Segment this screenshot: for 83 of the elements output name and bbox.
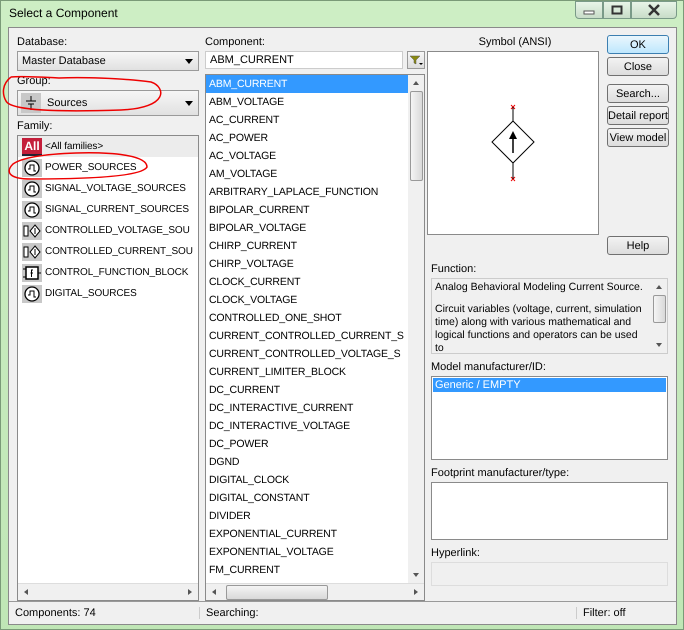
scroll-thumb[interactable]: [410, 91, 422, 181]
source-icon: [22, 158, 42, 176]
scrollbar[interactable]: [206, 583, 424, 600]
close-dialog-button[interactable]: Close: [607, 57, 669, 76]
help-button[interactable]: Help: [607, 236, 669, 255]
maximize-icon: [611, 5, 623, 15]
component-item[interactable]: DIGITAL_CONSTANT: [206, 489, 408, 507]
group-label: Group:: [17, 75, 52, 87]
component-item[interactable]: CHIRP_CURRENT: [206, 237, 408, 255]
family-item[interactable]: DIGITAL_SOURCES: [18, 283, 198, 304]
source-icon: [21, 93, 41, 113]
component-item[interactable]: AM_VOLTAGE: [206, 165, 408, 183]
component-item[interactable]: BIPOLAR_CURRENT: [206, 201, 408, 219]
component-item[interactable]: AC_POWER: [206, 129, 408, 147]
dropdown-arrow-icon: [185, 100, 193, 106]
hyperlink-label: Hyperlink:: [431, 547, 481, 559]
close-button[interactable]: [631, 1, 677, 19]
source-icon: [22, 180, 42, 198]
scrollbar[interactable]: [18, 583, 198, 600]
function-block-icon: [22, 264, 42, 282]
component-item[interactable]: ARBITRARY_LAPLACE_FUNCTION: [206, 183, 408, 201]
window-title: Select a Component: [9, 6, 118, 20]
filter-button[interactable]: [407, 51, 425, 69]
all-icon: All: [22, 138, 42, 156]
minimize-button[interactable]: [575, 1, 603, 19]
component-item[interactable]: DC_POWER: [206, 435, 408, 453]
family-item[interactable]: CONTROLLED_CURRENT_SOU: [18, 241, 198, 262]
component-item[interactable]: ABM_VOLTAGE: [206, 93, 408, 111]
dropdown-arrow-icon: [185, 58, 193, 64]
status-text: Searching:: [199, 607, 576, 619]
component-item[interactable]: EXPONENTIAL_VOLTAGE: [206, 543, 408, 561]
component-item[interactable]: AC_VOLTAGE: [206, 147, 408, 165]
symbol-label: Symbol (ANSI): [478, 36, 552, 48]
component-item[interactable]: DGND: [206, 453, 408, 471]
component-item[interactable]: CURRENT_CONTROLLED_VOLTAGE_S: [206, 345, 408, 363]
component-item[interactable]: DC_INTERACTIVE_VOLTAGE: [206, 417, 408, 435]
function-label: Function:: [431, 263, 478, 275]
component-item[interactable]: AC_CURRENT: [206, 111, 408, 129]
source-icon: [22, 284, 42, 302]
function-description: Analog Behavioral Modeling Current Source.: [435, 281, 644, 294]
ok-button[interactable]: OK: [607, 35, 669, 54]
component-item[interactable]: CHIRP_VOLTAGE: [206, 255, 408, 273]
footprint-label: Footprint manufacturer/type:: [431, 467, 570, 479]
footprint-list[interactable]: [431, 482, 668, 540]
component-item[interactable]: DC_INTERACTIVE_CURRENT: [206, 399, 408, 417]
family-item[interactable]: POWER_SOURCES: [18, 157, 198, 178]
family-item[interactable]: SIGNAL_CURRENT_SOURCES: [18, 199, 198, 220]
scroll-thumb[interactable]: [652, 295, 666, 323]
source-icon: [22, 200, 42, 218]
database-dropdown[interactable]: Master Database: [17, 51, 199, 71]
component-item[interactable]: CONTROLLED_ONE_SHOT: [206, 309, 408, 327]
family-item[interactable]: SIGNAL_VOLTAGE_SOURCES: [18, 178, 198, 199]
controlled-source-icon: [22, 242, 42, 260]
scroll-thumb[interactable]: [226, 584, 328, 600]
component-item[interactable]: CLOCK_VOLTAGE: [206, 291, 408, 309]
component-item[interactable]: CLOCK_CURRENT: [206, 273, 408, 291]
component-item[interactable]: DIGITAL_CLOCK: [206, 471, 408, 489]
maximize-button[interactable]: [603, 1, 631, 19]
status-text: Filter: off: [576, 607, 676, 619]
component-item[interactable]: CURRENT_CONTROLLED_CURRENT_S: [206, 327, 408, 345]
status-text: Components: 74: [14, 607, 97, 619]
model-label: Model manufacturer/ID:: [431, 361, 547, 373]
detail-report-button[interactable]: Detail report: [607, 106, 669, 125]
view-model-button[interactable]: View model: [607, 128, 669, 147]
group-dropdown[interactable]: Sources: [17, 90, 199, 116]
scrollbar[interactable]: [408, 75, 424, 583]
family-label: Family:: [17, 120, 54, 132]
component-item[interactable]: FM_CURRENT: [206, 561, 408, 579]
component-item[interactable]: CURRENT_LIMITER_BLOCK: [206, 363, 408, 381]
function-description: Circuit variables (voltage, current, simulation time) along with various mathematical and logical functions and operators can be used to: [435, 303, 643, 353]
search-button[interactable]: Search...: [607, 84, 669, 103]
component-item[interactable]: BIPOLAR_VOLTAGE: [206, 219, 408, 237]
component-field[interactable]: ABM_CURRENT: [205, 51, 403, 69]
component-item[interactable]: DC_CURRENT: [206, 381, 408, 399]
component-item[interactable]: EXPONENTIAL_CURRENT: [206, 525, 408, 543]
close-icon: [647, 4, 661, 16]
family-item[interactable]: CONTROL_FUNCTION_BLOCK: [18, 262, 198, 283]
family-item[interactable]: CONTROLLED_VOLTAGE_SOU: [18, 220, 198, 241]
component-item[interactable]: DIVIDER: [206, 507, 408, 525]
family-item[interactable]: All <All families>: [18, 136, 198, 157]
component-label: Component:: [205, 36, 266, 48]
database-label: Database:: [17, 36, 68, 48]
controlled-source-icon: [22, 222, 42, 240]
